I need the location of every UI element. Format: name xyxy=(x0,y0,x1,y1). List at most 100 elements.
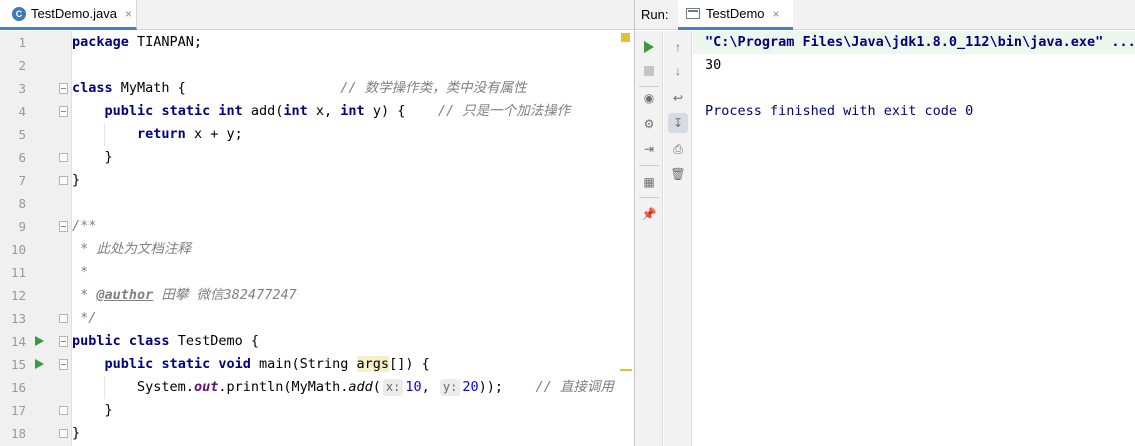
line-number: 17 xyxy=(10,403,26,418)
fold-toggle-icon[interactable] xyxy=(59,359,68,370)
error-stripe-marker[interactable] xyxy=(620,369,632,371)
code-line[interactable]: 5 return x + y; xyxy=(0,123,634,146)
line-number: 8 xyxy=(18,196,26,211)
close-icon[interactable]: × xyxy=(773,7,780,21)
stop-icon[interactable] xyxy=(639,61,659,81)
line-number: 2 xyxy=(18,58,26,73)
close-icon[interactable]: × xyxy=(125,7,132,21)
code-line[interactable]: 18 } xyxy=(0,422,634,445)
line-number: 16 xyxy=(10,380,26,395)
editor-tab-label: TestDemo.java xyxy=(31,6,117,21)
code-line[interactable]: 17 } xyxy=(0,399,634,422)
fold-toggle-icon[interactable] xyxy=(59,106,68,117)
code-text: } xyxy=(104,402,113,418)
line-number: 9 xyxy=(18,219,26,234)
line-number: 10 xyxy=(10,242,26,257)
fold-end-icon[interactable] xyxy=(59,429,68,438)
code-text: public class TestDemo { xyxy=(72,333,259,349)
code-line[interactable]: 11 * xyxy=(0,261,634,284)
fold-toggle-icon[interactable] xyxy=(59,221,68,232)
code-text: return x + y; xyxy=(137,126,243,142)
line-number: 13 xyxy=(10,311,26,326)
toolbar-separator xyxy=(639,197,659,198)
code-line[interactable]: 16 System.out.println(MyMath.add(x: 10, y… xyxy=(0,376,634,399)
code-line[interactable]: 14 public class TestDemo { xyxy=(0,330,634,353)
run-class-icon[interactable] xyxy=(35,336,44,346)
toolbar-separator xyxy=(639,165,659,166)
up-arrow-icon[interactable]: ↑ xyxy=(668,37,688,57)
param-hint-x: x: xyxy=(382,379,404,396)
code-text: * 此处为文档注释 xyxy=(72,241,191,257)
code-text: * @author 田攀 微信382477247 xyxy=(72,287,297,303)
fold-end-icon[interactable] xyxy=(59,176,68,185)
line-number: 4 xyxy=(18,104,26,119)
trash-icon[interactable]: 🗑 xyxy=(668,164,688,184)
soft-wrap-icon[interactable]: ↩ xyxy=(668,88,688,108)
code-text: */ xyxy=(72,310,97,326)
line-number: 6 xyxy=(18,150,26,165)
fold-toggle-icon[interactable] xyxy=(59,336,68,347)
exit-icon[interactable]: ⇥ xyxy=(639,139,659,159)
scroll-to-end-icon[interactable]: ↧ xyxy=(668,113,688,133)
code-text: } xyxy=(104,149,113,165)
code-line[interactable]: 8 xyxy=(0,192,634,215)
code-line[interactable]: 15 public static void main(String args[]… xyxy=(0,353,634,376)
toolbar-separator xyxy=(639,86,659,87)
code-text: * xyxy=(72,264,89,280)
code-line[interactable]: 3 class MyMath { // 数学操作类，类中没有属性 xyxy=(0,77,634,100)
code-editor[interactable]: C TestDemo.java × 1 package TIANPAN; 2 3… xyxy=(0,0,634,446)
print-icon[interactable]: ⎙ xyxy=(668,139,688,159)
console-command-line: "C:\Program Files\Java\jdk1.8.0_112\bin\… xyxy=(705,34,1135,50)
code-line[interactable]: 9 /** xyxy=(0,215,634,238)
code-text: /** xyxy=(72,218,97,234)
run-title: Run: xyxy=(641,7,669,22)
line-number: 7 xyxy=(18,173,26,188)
run-toolbar-left: ◉ ⚙ ⇥ ▦ 📌 xyxy=(635,31,663,446)
code-line[interactable]: 13 */ xyxy=(0,307,634,330)
code-text: class MyMath { // 数学操作类，类中没有属性 xyxy=(72,80,527,96)
run-header: Run: TestDemo × xyxy=(635,0,1135,30)
param-hint-y: y: xyxy=(439,379,461,396)
run-main-icon[interactable] xyxy=(35,359,44,369)
code-text: } xyxy=(72,425,81,441)
fold-toggle-icon[interactable] xyxy=(59,83,68,94)
code-line[interactable]: 1 package TIANPAN; xyxy=(0,31,634,54)
line-number: 11 xyxy=(10,265,26,280)
code-line[interactable]: 6 } xyxy=(0,146,634,169)
run-tab-testdemo[interactable]: TestDemo × xyxy=(678,0,793,30)
editor-tab-bar: C TestDemo.java × xyxy=(0,0,634,30)
down-arrow-icon[interactable]: ↓ xyxy=(668,61,688,81)
line-number: 5 xyxy=(18,127,26,142)
camera-icon[interactable]: ◉ xyxy=(639,88,659,108)
code-line[interactable]: 12 * @author 田攀 微信382477247 xyxy=(0,284,634,307)
code-text: package TIANPAN; xyxy=(72,34,203,50)
code-line[interactable]: 4 public static int add(int x, int y) { … xyxy=(0,100,634,123)
code-text: System.out.println(MyMath.add(x: 10, y: 20… xyxy=(137,379,614,396)
code-line[interactable]: 10 * 此处为文档注释 xyxy=(0,238,634,261)
line-number: 15 xyxy=(10,357,26,372)
run-tab-label: TestDemo xyxy=(706,6,765,21)
code-text: } xyxy=(72,172,81,188)
code-line[interactable]: 7 } xyxy=(0,169,634,192)
line-number: 14 xyxy=(10,334,26,349)
fold-end-icon[interactable] xyxy=(59,153,68,162)
console-output[interactable]: "C:\Program Files\Java\jdk1.8.0_112\bin\… xyxy=(693,31,1135,446)
line-number: 3 xyxy=(18,81,26,96)
code-text: public static void main(String args[]) { xyxy=(104,356,430,372)
layout-icon[interactable]: ▦ xyxy=(639,172,659,192)
run-toolbar-right: ↑ ↓ ↩ ↧ ⎙ 🗑 xyxy=(664,31,692,446)
bug-settings-icon[interactable]: ⚙ xyxy=(639,114,659,134)
fold-end-icon[interactable] xyxy=(59,314,68,323)
inspection-warning-icon[interactable] xyxy=(621,33,630,42)
pin-icon[interactable]: 📌 xyxy=(639,204,659,224)
console-exit-line: Process finished with exit code 0 xyxy=(705,103,974,119)
code-line[interactable]: 2 xyxy=(0,54,634,77)
console-output-line: 30 xyxy=(705,57,722,73)
java-class-icon: C xyxy=(12,6,26,21)
rerun-icon[interactable] xyxy=(639,37,659,57)
line-number: 18 xyxy=(10,426,26,441)
code-text: public static int add(int x, int y) { //… xyxy=(104,103,571,119)
editor-tab-testdemo-java[interactable]: C TestDemo.java × xyxy=(0,0,137,30)
fold-end-icon[interactable] xyxy=(59,406,68,415)
console-icon xyxy=(686,8,700,19)
